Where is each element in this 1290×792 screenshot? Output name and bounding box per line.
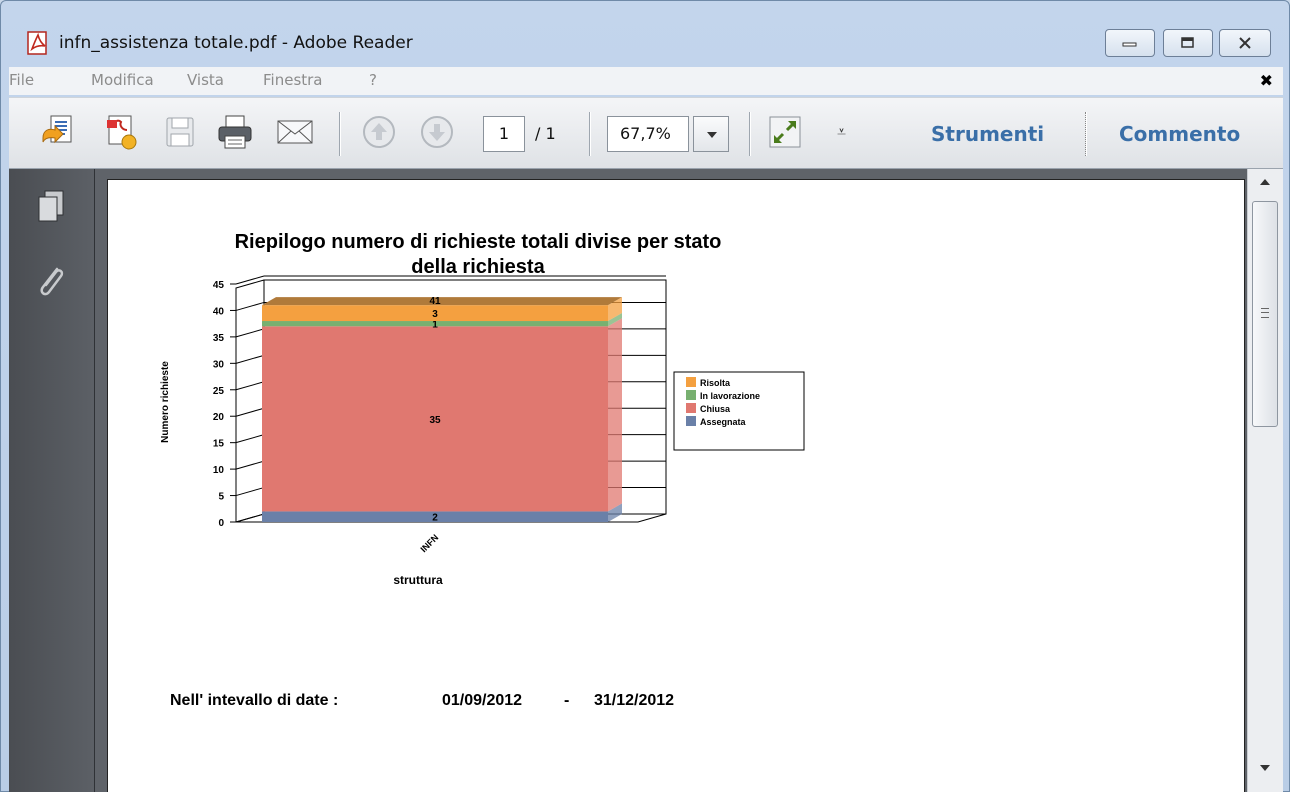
gridline-diagonal (235, 460, 265, 470)
restore-icon (1181, 37, 1194, 48)
gridline-diagonal (235, 328, 265, 338)
legend-swatch (686, 377, 696, 387)
adobe-reader-icon (27, 31, 47, 55)
page-up-icon[interactable] (359, 112, 399, 152)
gridline-diagonal (235, 407, 265, 417)
bar-total-label: 41 (429, 296, 441, 307)
scroll-thumb[interactable] (1252, 201, 1278, 427)
y-tick-label: 15 (213, 439, 225, 450)
toolbar-separator (339, 112, 340, 156)
chart-title-line: della richiesta (411, 256, 545, 278)
bar-side-chiusa (608, 318, 622, 512)
gridline-diagonal (235, 275, 265, 285)
minimize-icon (1122, 42, 1137, 47)
fit-window-icon[interactable] (765, 112, 805, 152)
chart-side-wall (235, 279, 265, 522)
maximize-button[interactable] (1163, 29, 1213, 57)
menu-finestra[interactable]: Finestra (263, 71, 323, 89)
y-tick-label: 30 (213, 359, 225, 370)
page-total-label: / 1 (535, 124, 556, 143)
legend-swatch (686, 390, 696, 400)
toolbar-separator (749, 112, 750, 156)
close-document-button[interactable]: ✖ (1260, 71, 1273, 90)
date-to: 31/12/2012 (594, 692, 675, 709)
page-thumbnails-icon[interactable] (33, 187, 69, 227)
more-tools-icon[interactable]: ⩡ (837, 122, 846, 142)
y-tick-label: 25 (213, 386, 225, 397)
date-from: 01/09/2012 (442, 692, 523, 709)
menu-vista[interactable]: Vista (187, 71, 224, 89)
y-tick-label: 45 (213, 280, 225, 291)
gridline-diagonal (235, 381, 265, 391)
menu-file[interactable]: File (9, 71, 34, 89)
legend-swatch (686, 403, 696, 413)
create-pdf-icon[interactable] (39, 112, 79, 152)
gridline-diagonal (235, 487, 265, 497)
zoom-dropdown-button[interactable] (693, 116, 729, 152)
print-icon[interactable] (215, 112, 255, 152)
y-tick-label: 10 (213, 465, 225, 476)
zoom-input[interactable]: 67,7% (607, 116, 689, 152)
title-bar: infn_assistenza totale.pdf - Adobe Reade… (1, 1, 1290, 57)
window-title: infn_assistenza totale.pdf - Adobe Reade… (59, 33, 413, 53)
y-axis-label: Numero richieste (160, 361, 171, 443)
navigation-panel (9, 169, 95, 792)
app-window: infn_assistenza totale.pdf - Adobe Reade… (0, 0, 1290, 792)
gridline-diagonal (235, 301, 265, 311)
y-tick-label: 20 (213, 412, 225, 423)
close-icon (1239, 37, 1251, 49)
gridline-diagonal (235, 434, 265, 444)
pdf-page: Riepilogo numero di richieste totali div… (107, 179, 1245, 792)
page-number-input[interactable]: 1 (483, 116, 525, 152)
menu-help[interactable]: ? (369, 71, 377, 89)
export-icon[interactable] (101, 112, 141, 152)
scroll-down-icon[interactable] (1260, 765, 1270, 771)
page-down-icon[interactable] (417, 112, 457, 152)
menu-bar: File Modifica Vista Finestra ? ✖ (9, 67, 1283, 95)
vertical-scrollbar[interactable] (1247, 169, 1283, 792)
tools-button[interactable]: Strumenti (931, 122, 1044, 146)
x-tick-label: INFN (418, 532, 440, 554)
date-range-label: Nell' intevallo di date : (170, 692, 339, 709)
bar-value-label: 2 (432, 513, 438, 524)
x-axis-label: struttura (393, 573, 443, 587)
date-separator: - (564, 692, 570, 709)
gridline-diagonal (235, 354, 265, 364)
y-tick-label: 40 (213, 306, 225, 317)
grip-icon (1261, 308, 1269, 318)
bar-value-label: 3 (432, 309, 438, 320)
legend-label: Chiusa (700, 404, 731, 414)
scroll-up-icon[interactable] (1260, 179, 1270, 185)
bar-value-label: 35 (429, 415, 441, 426)
save-icon[interactable] (159, 112, 199, 152)
attachments-icon[interactable] (33, 261, 69, 301)
bar-value-label: 1 (432, 320, 438, 331)
close-window-button[interactable] (1219, 29, 1271, 57)
toolbar: 1 / 1 67,7% ⩡ Strumenti Commento (9, 97, 1283, 169)
comment-button[interactable]: Commento (1119, 122, 1240, 146)
email-icon[interactable] (275, 112, 315, 152)
bar-top-face (262, 297, 622, 306)
legend-label: Assegnata (700, 417, 747, 427)
minimize-button[interactable] (1105, 29, 1155, 57)
toolbar-separator (1085, 112, 1086, 156)
legend-label: Risolta (700, 378, 731, 388)
y-tick-label: 0 (218, 518, 224, 529)
legend-label: In lavorazione (700, 391, 760, 401)
document-area: Riepilogo numero di richieste totali div… (95, 169, 1247, 792)
menu-modifica[interactable]: Modifica (91, 71, 154, 89)
y-tick-label: 35 (213, 333, 225, 344)
toolbar-separator (589, 112, 590, 156)
legend-swatch (686, 416, 696, 426)
chart-title-line: Riepilogo numero di richieste totali div… (235, 231, 722, 253)
y-tick-label: 5 (218, 492, 224, 503)
